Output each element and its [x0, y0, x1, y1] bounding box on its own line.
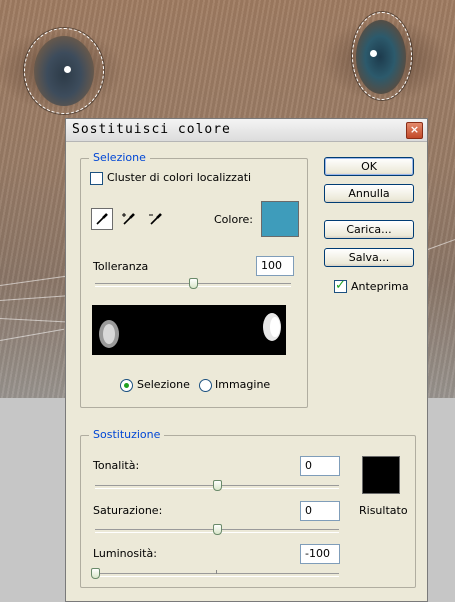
lightness-slider-track[interactable] [95, 573, 339, 577]
selection-preview [92, 305, 286, 355]
image-radio[interactable] [199, 379, 212, 392]
saturation-label: Saturazione: [93, 504, 163, 517]
cancel-button[interactable]: Annulla [324, 184, 414, 203]
tolerance-field[interactable]: 100 [256, 256, 294, 276]
title-bar[interactable]: Sostituisci colore × [66, 119, 427, 142]
tolerance-label: Tolleranza [93, 260, 149, 273]
close-icon[interactable]: × [406, 122, 423, 139]
eyedropper-plus-icon[interactable] [118, 208, 140, 230]
color-swatch[interactable] [261, 201, 299, 237]
lightness-label: Luminosità: [93, 547, 157, 560]
hue-slider-thumb[interactable] [213, 480, 222, 491]
save-button[interactable]: Salva... [324, 248, 414, 267]
eyedropper-minus-icon[interactable] [145, 208, 167, 230]
color-label: Colore: [214, 213, 253, 226]
whisker [0, 294, 75, 301]
selection-marquee-right [352, 12, 412, 100]
hue-label: Tonalità: [93, 459, 140, 472]
selection-group-title: Selezione [89, 151, 150, 164]
saturation-field[interactable]: 0 [300, 501, 340, 521]
lightness-slider-tick [216, 570, 217, 574]
dialog-title: Sostituisci colore [72, 122, 231, 137]
replace-color-dialog: Sostituisci colore × Selezione Cluster d… [65, 118, 428, 602]
selection-radio-label: Selezione [137, 378, 190, 391]
cluster-checkbox[interactable] [90, 172, 103, 185]
whisker [0, 318, 70, 323]
hue-field[interactable]: 0 [300, 456, 340, 476]
eyedropper-icon[interactable] [91, 208, 113, 230]
image-radio-label: Immagine [215, 378, 271, 391]
cluster-label: Cluster di colori localizzati [107, 171, 252, 184]
result-swatch [362, 456, 400, 494]
lightness-field[interactable]: -100 [300, 544, 340, 564]
whisker [424, 236, 455, 251]
selection-radio[interactable] [120, 379, 133, 392]
result-label: Risultato [359, 504, 408, 517]
tolerance-slider-thumb[interactable] [189, 278, 198, 289]
preview-checkbox[interactable] [334, 278, 347, 293]
selection-marquee-left [24, 28, 104, 114]
ok-button[interactable]: OK [324, 157, 414, 176]
replacement-group: Sostituzione Tonalità: 0 Saturazione: 0 … [80, 428, 416, 588]
replacement-group-title: Sostituzione [89, 428, 165, 441]
saturation-slider-thumb[interactable] [213, 524, 222, 535]
lightness-slider-thumb[interactable] [91, 568, 100, 579]
whisker [0, 328, 65, 341]
selection-group: Selezione Cluster di colori localizzati … [80, 151, 308, 408]
preview-label: Anteprima [351, 280, 409, 293]
load-button[interactable]: Carica... [324, 220, 414, 239]
